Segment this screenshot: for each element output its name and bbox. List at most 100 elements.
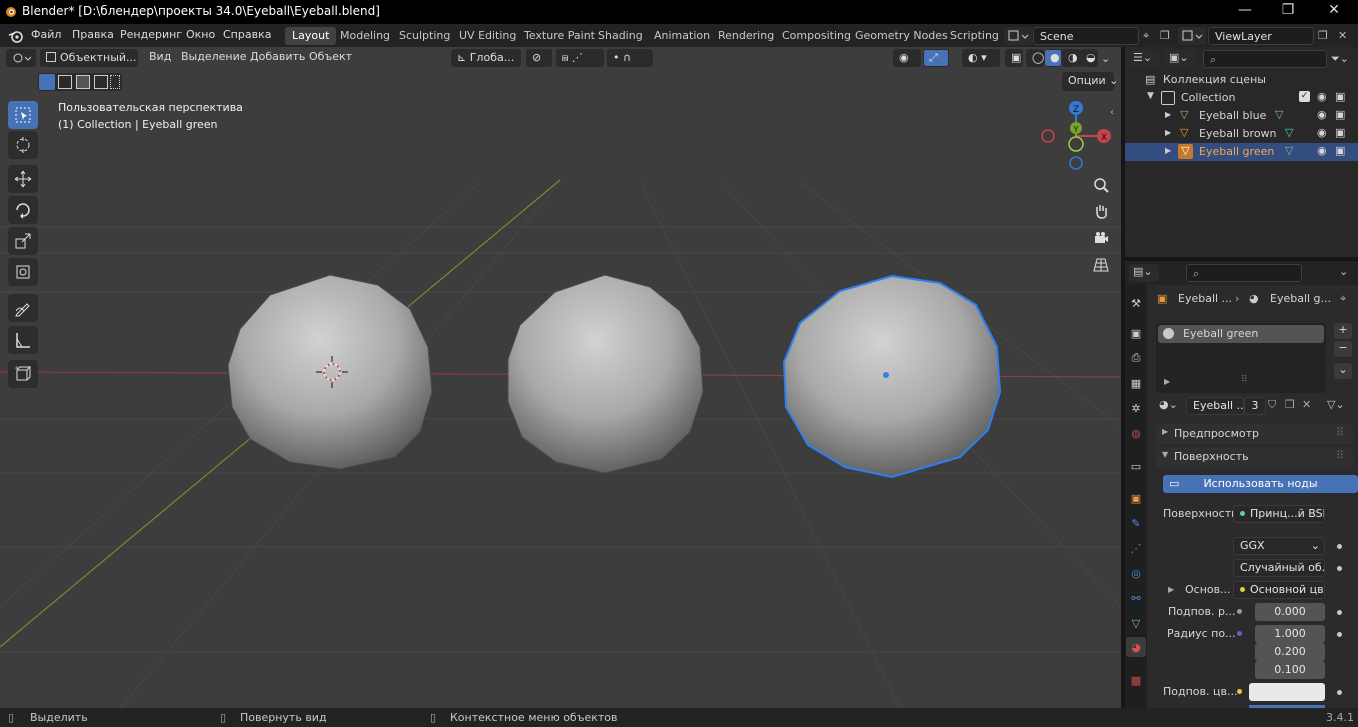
tab-geometry-nodes[interactable]: Geometry Nodes — [848, 27, 955, 45]
tab-layout[interactable]: Layout — [285, 27, 337, 45]
camera-view-icon[interactable] — [1090, 227, 1112, 249]
viewlayer-name-field[interactable]: ViewLayer — [1208, 27, 1314, 45]
drag-handle-icon[interactable]: ⠿ — [1336, 449, 1344, 462]
outliner-row-scene-collection[interactable]: ▤ Коллекция сцены — [1125, 71, 1358, 89]
socket-dot-icon[interactable] — [1237, 609, 1242, 614]
close-button[interactable]: ✕ — [1314, 2, 1354, 18]
drag-handle-icon[interactable]: ⠿ — [1336, 426, 1344, 439]
menu-window[interactable]: Окно — [186, 28, 215, 41]
tool-tab-icon[interactable]: ⚒ — [1128, 295, 1144, 311]
3d-viewport[interactable]: Объектный... Вид Выделение Добавить Объе… — [0, 47, 1121, 708]
shading-dropdown-icon[interactable]: ⌄ — [1101, 52, 1110, 65]
scene-browse-button[interactable] — [1004, 27, 1032, 45]
object-tab-icon[interactable]: ▣ — [1128, 490, 1144, 506]
render-tab-icon[interactable]: ▣ — [1128, 325, 1144, 341]
surface-panel-header[interactable]: ▼ Поверхность ⠿ — [1156, 447, 1353, 467]
select-intersect-icon[interactable] — [110, 75, 120, 89]
mode-dropdown[interactable]: Объектный... — [40, 49, 138, 67]
outliner-row-eyeball-green[interactable]: ▶ ▽ Eyeball green ▽ ◉ ▣ — [1125, 143, 1358, 161]
collection-tab-icon[interactable]: ▭ — [1128, 458, 1144, 474]
tab-texture-paint[interactable]: Texture Paint — [517, 27, 602, 45]
constraints-tab-icon[interactable]: ⚯ — [1128, 590, 1144, 606]
output-tab-icon[interactable]: ⎙ — [1128, 350, 1144, 366]
select-subtract-icon[interactable] — [76, 75, 90, 89]
xray-button[interactable]: ▣ — [1005, 49, 1023, 67]
exclude-checkbox[interactable]: ✓ — [1299, 91, 1310, 102]
radius-z-field[interactable]: 0.100 — [1255, 661, 1325, 679]
select-extend-icon[interactable] — [58, 75, 72, 89]
annotate-tool[interactable] — [8, 294, 38, 322]
expand-arrow-icon[interactable]: ▶ — [1165, 110, 1171, 119]
tab-uv-editing[interactable]: UV Editing — [452, 27, 523, 45]
scene-name-field[interactable]: Scene — [1033, 27, 1139, 45]
options-dropdown[interactable]: Опции ⌄ — [1062, 72, 1118, 91]
move-tool[interactable] — [8, 165, 38, 193]
use-nodes-button[interactable]: ▭ Использовать ноды — [1163, 475, 1358, 493]
viewport-menu-view[interactable]: Вид — [149, 50, 171, 63]
pan-hand-icon[interactable] — [1090, 200, 1112, 222]
outliner-editor-type-button[interactable]: ☰⌄ — [1129, 50, 1159, 68]
world-tab-icon[interactable]: ◍ — [1128, 425, 1144, 441]
sidebar-toggle-icon[interactable]: ‹ — [1110, 107, 1114, 118]
material-tab-icon[interactable]: ◕ — [1126, 637, 1146, 657]
visibility-eye-icon[interactable]: ◉ — [1317, 144, 1327, 157]
keyframe-dot-icon[interactable] — [1337, 610, 1342, 615]
add-cube-tool[interactable] — [8, 360, 38, 388]
pivot-point-button[interactable]: ⊘ — [526, 49, 552, 67]
overlays-button[interactable]: ◐ ▾ — [962, 49, 1000, 67]
tab-modeling[interactable]: Modeling — [333, 27, 397, 45]
texture-tab-icon[interactable]: ▩ — [1128, 672, 1144, 688]
keyframe-dot-icon[interactable] — [1337, 632, 1342, 637]
transform-tool[interactable] — [8, 258, 38, 286]
maximize-button[interactable]: ❐ — [1268, 2, 1308, 18]
subsurface-method-dropdown[interactable]: Случайный об... — [1233, 559, 1325, 577]
pin-icon[interactable]: ⌖ — [1340, 292, 1346, 306]
view-layer-tab-icon[interactable]: ▦ — [1128, 375, 1144, 391]
tab-animation[interactable]: Animation — [647, 27, 717, 45]
properties-search-input[interactable]: ⌕ — [1186, 264, 1302, 282]
rotate-tool[interactable] — [8, 196, 38, 224]
distribution-dropdown[interactable]: GGX ⌄ — [1233, 537, 1325, 555]
render-camera-icon[interactable]: ▣ — [1335, 126, 1345, 139]
visibility-eye-icon[interactable]: ◉ — [1317, 90, 1327, 103]
render-camera-icon[interactable]: ▣ — [1335, 90, 1345, 103]
tab-shading[interactable]: Shading — [591, 27, 650, 45]
tab-rendering[interactable]: Rendering — [711, 27, 781, 45]
menu-file[interactable]: Файл — [31, 28, 61, 41]
socket-dot-icon[interactable] — [1237, 689, 1242, 694]
scene-tab-icon[interactable]: ✲ — [1128, 400, 1144, 416]
keyframe-dot-icon[interactable] — [1337, 566, 1342, 571]
material-slot-item[interactable]: Eyeball green — [1158, 325, 1324, 343]
physics-tab-icon[interactable]: ◎ — [1128, 565, 1144, 581]
scale-tool[interactable] — [8, 227, 38, 255]
snap-button[interactable]: ⩎ ⋰ — [556, 49, 604, 67]
surface-shader-field[interactable]: Принц...й BSDF — [1233, 505, 1325, 523]
select-new-icon[interactable] — [39, 74, 55, 90]
visibility-button[interactable]: ◉ — [893, 49, 921, 67]
tab-scripting[interactable]: Scripting — [943, 27, 1006, 45]
duplicate-material-icon[interactable]: ❐ — [1285, 398, 1295, 411]
blender-menu-icon[interactable] — [8, 28, 24, 44]
menu-help[interactable]: Справка — [223, 28, 271, 41]
select-box-tool[interactable] — [8, 101, 38, 129]
viewport-menu-object[interactable]: Объект — [309, 50, 352, 63]
fake-user-shield-icon[interactable]: ⛉ — [1268, 398, 1276, 412]
modifier-wrench-icon[interactable]: ✎ — [1128, 515, 1144, 531]
subsurface-color-swatch[interactable] — [1249, 683, 1325, 701]
cursor-tool[interactable] — [8, 131, 38, 159]
expand-arrow-icon[interactable]: ▶ — [1165, 146, 1171, 155]
mesh-data-icon[interactable]: ▽ — [1275, 108, 1283, 121]
transform-orientation-dropdown[interactable]: ⊾ Глоба... — [451, 49, 521, 67]
data-tab-icon[interactable]: ▽ — [1128, 615, 1144, 631]
material-shading-button[interactable]: ◑ — [1062, 49, 1080, 67]
keyframe-dot-icon[interactable] — [1337, 690, 1342, 695]
radius-x-field[interactable]: 1.000 — [1255, 625, 1325, 643]
resize-grip-icon[interactable]: ⠿ — [1241, 375, 1248, 385]
viewport-menu-add[interactable]: Добавить — [250, 50, 305, 63]
preview-panel-header[interactable]: ▶ Предпросмотр ⠿ — [1156, 424, 1353, 444]
new-viewlayer-icon[interactable]: ❐ — [1318, 29, 1332, 43]
keyframe-dot-icon[interactable] — [1337, 544, 1342, 549]
filter-icon[interactable]: ⏷⌄ — [1331, 52, 1349, 66]
select-invert-icon[interactable] — [94, 75, 108, 89]
material-browse-button[interactable]: ◕⌄ — [1156, 397, 1186, 415]
